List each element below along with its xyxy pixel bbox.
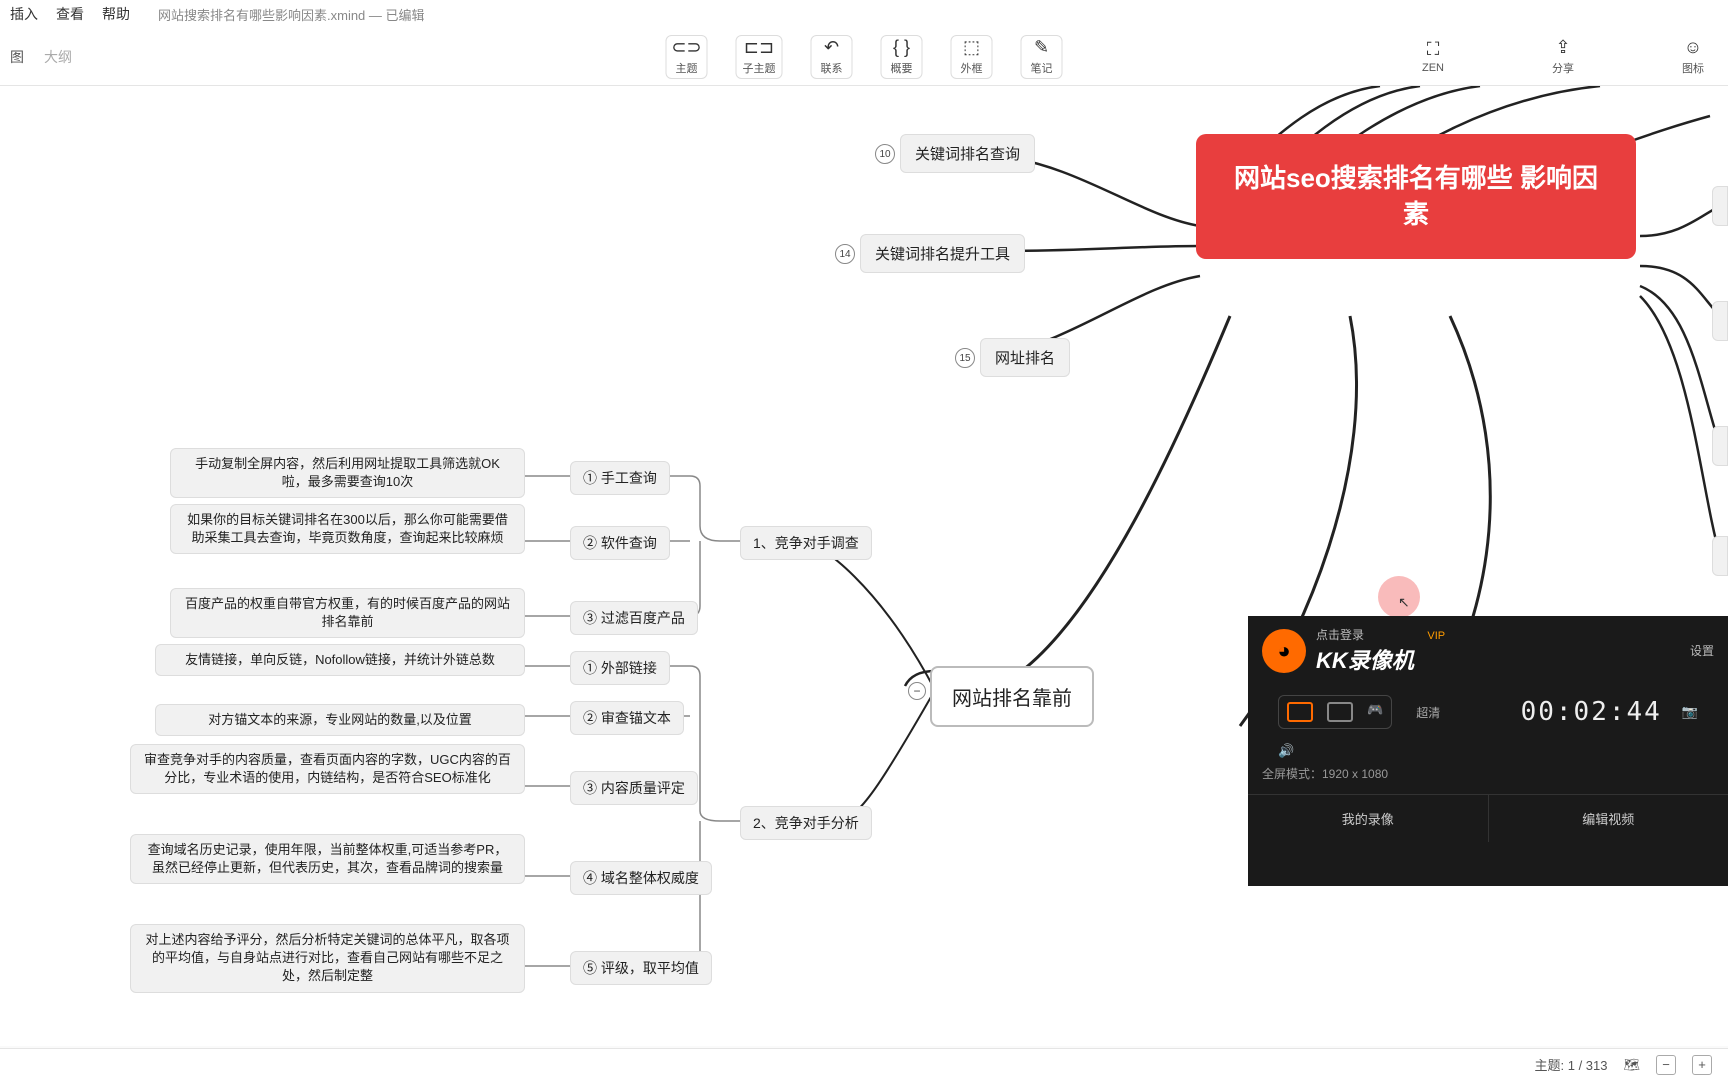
statusbar: 主题: 1 / 313 🗺 − + [0,1048,1728,1080]
menu-view[interactable]: 查看 [56,4,84,24]
tab-outline[interactable]: 大纲 [44,47,72,67]
share-button[interactable]: ⇪ 分享 [1543,36,1583,78]
root-node[interactable]: 网站seo搜索排名有哪些 影响因素 [1196,134,1636,259]
topic-count: 主题: 1 / 313 [1535,1055,1608,1074]
quality-label[interactable]: 超清 [1416,704,1440,721]
relation-button[interactable]: ↶ 联系 [811,35,853,79]
desc-external-links[interactable]: 友情链接，单向反链，Nofollow链接，并统计外链总数 [155,644,525,676]
node-content-quality[interactable]: ③ 内容质量评定 [570,771,698,805]
menu-insert[interactable]: 插入 [10,4,38,24]
desc-rating-avg[interactable]: 对上述内容给予评分，然后分析特定关键词的总体平凡，取各项的平均值，与自身站点进行… [130,924,525,993]
desc-filter-baidu[interactable]: 百度产品的权重自带官方权重，有的时候百度产品的网站排名靠前 [170,588,525,638]
record-mode-group: 🎮 [1278,695,1392,729]
node-software-query[interactable]: ② 软件查询 [570,526,670,560]
node-keyword-rank-query[interactable]: 关键词排名查询 [900,134,1035,173]
relation-icon: ↶ [818,38,846,58]
node-competitor-analysis[interactable]: 2、竞争对手分析 [740,806,872,840]
mode-game-icon[interactable]: 🎮 [1367,702,1383,722]
smiley-icon: ☺ [1679,38,1707,58]
summary-icon: { } [888,38,916,58]
node-anchor-text[interactable]: ② 审查锚文本 [570,701,684,735]
node-keyword-rank-tool[interactable]: 关键词排名提升工具 [860,234,1025,273]
node-site-rank-top[interactable]: 网站排名靠前 [930,666,1094,727]
node-external-links[interactable]: ① 外部链接 [570,651,670,685]
cut-node-1[interactable] [1712,186,1728,226]
note-button[interactable]: ✎ 笔记 [1021,35,1063,79]
menu-help[interactable]: 帮助 [102,4,130,24]
vip-badge: VIP [1427,630,1445,642]
zen-button[interactable]: ⛶ ZEN [1413,38,1453,76]
toolbar: 图 大纲 ⊂⊃ 主题 ⊏⊐ 子主题 ↶ 联系 { } 概要 ⬚ 外框 ✎ 笔记 … [0,28,1728,86]
zoom-out-button[interactable]: − [1656,1055,1676,1075]
boundary-button[interactable]: ⬚ 外框 [951,35,993,79]
topic-icon: ⊂⊃ [673,38,701,58]
map-icon[interactable]: 🗺 [1623,1057,1640,1073]
topic-button[interactable]: ⊂⊃ 主题 [666,35,708,79]
desc-anchor-text[interactable]: 对方锚文本的来源，专业网站的数量,以及位置 [155,704,525,736]
cut-node-3[interactable] [1712,426,1728,466]
badge-10: 10 [875,144,895,164]
node-rating-avg[interactable]: ⑤ 评级，取平均值 [570,951,712,985]
summary-button[interactable]: { } 概要 [881,35,923,79]
cut-node-2[interactable] [1712,301,1728,341]
zoom-in-button[interactable]: + [1692,1055,1712,1075]
mode-screen-icon[interactable] [1287,702,1313,722]
zen-icon: ⛶ [1419,40,1447,60]
camera-icon[interactable]: 📷 [1682,704,1698,720]
icon-button[interactable]: ☺ 图标 [1673,36,1713,78]
recorder-logo-icon: ◕ [1262,629,1306,673]
desc-domain-authority[interactable]: 查询域名历史记录，使用年限，当前整体权重,可适当参考PR，虽然已经停止更新，但代… [130,834,525,884]
share-icon: ⇪ [1549,38,1577,58]
screen-recorder-panel[interactable]: ◕ 点击登录 VIP KK录像机 设置 🎮 超清 00:02:44 📷 🔊 全屏… [1248,616,1728,886]
node-url-rank[interactable]: 网址排名 [980,338,1070,377]
menubar: 插入 查看 帮助 网站搜索排名有哪些影响因素.xmind — 已编辑 [0,0,1728,28]
cursor-icon: ↖ [1398,594,1410,611]
desc-manual-query[interactable]: 手动复制全屏内容，然后利用网址提取工具筛选就OK啦，最多需要查询10次 [170,448,525,498]
edit-video-button[interactable]: 编辑视频 [1489,795,1728,842]
desc-content-quality[interactable]: 审查竞争对手的内容质量，查看页面内容的字数，UGC内容的百分比，专业术语的使用，… [130,744,525,794]
recorder-login-link[interactable]: 点击登录 VIP [1316,626,1445,643]
node-domain-authority[interactable]: ④ 域名整体权威度 [570,861,712,895]
tab-graph[interactable]: 图 [10,47,24,67]
recorder-brand: KK录像机 [1316,643,1445,675]
note-icon: ✎ [1028,38,1056,58]
badge-15: 15 [955,348,975,368]
boundary-icon: ⬚ [958,38,986,58]
record-time: 00:02:44 [1521,697,1662,727]
file-title: 网站搜索排名有哪些影响因素.xmind — 已编辑 [158,5,425,24]
node-manual-query[interactable]: ① 手工查询 [570,461,670,495]
node-filter-baidu[interactable]: ③ 过滤百度产品 [570,601,698,635]
mindmap-canvas[interactable]: 网站seo搜索排名有哪些 影响因素 10 关键词排名查询 14 关键词排名提升工… [0,86,1728,1046]
recorder-settings[interactable]: 设置 [1690,642,1714,659]
subtopic-icon: ⊏⊐ [745,38,773,58]
my-recordings-button[interactable]: 我的录像 [1248,795,1489,842]
desc-software-query[interactable]: 如果你的目标关键词排名在300以后，那么你可能需要借助采集工具去查询，毕竟页数角… [170,504,525,554]
node-competitor-survey[interactable]: 1、竞争对手调查 [740,526,872,560]
badge-14: 14 [835,244,855,264]
subtopic-button[interactable]: ⊏⊐ 子主题 [736,35,783,79]
record-mode-info: 全屏模式：1920 x 1080 [1248,763,1728,784]
mode-window-icon[interactable] [1327,702,1353,722]
collapse-toggle[interactable]: − [908,682,926,700]
volume-icon[interactable]: 🔊 [1278,743,1294,758]
cut-node-4[interactable] [1712,536,1728,576]
